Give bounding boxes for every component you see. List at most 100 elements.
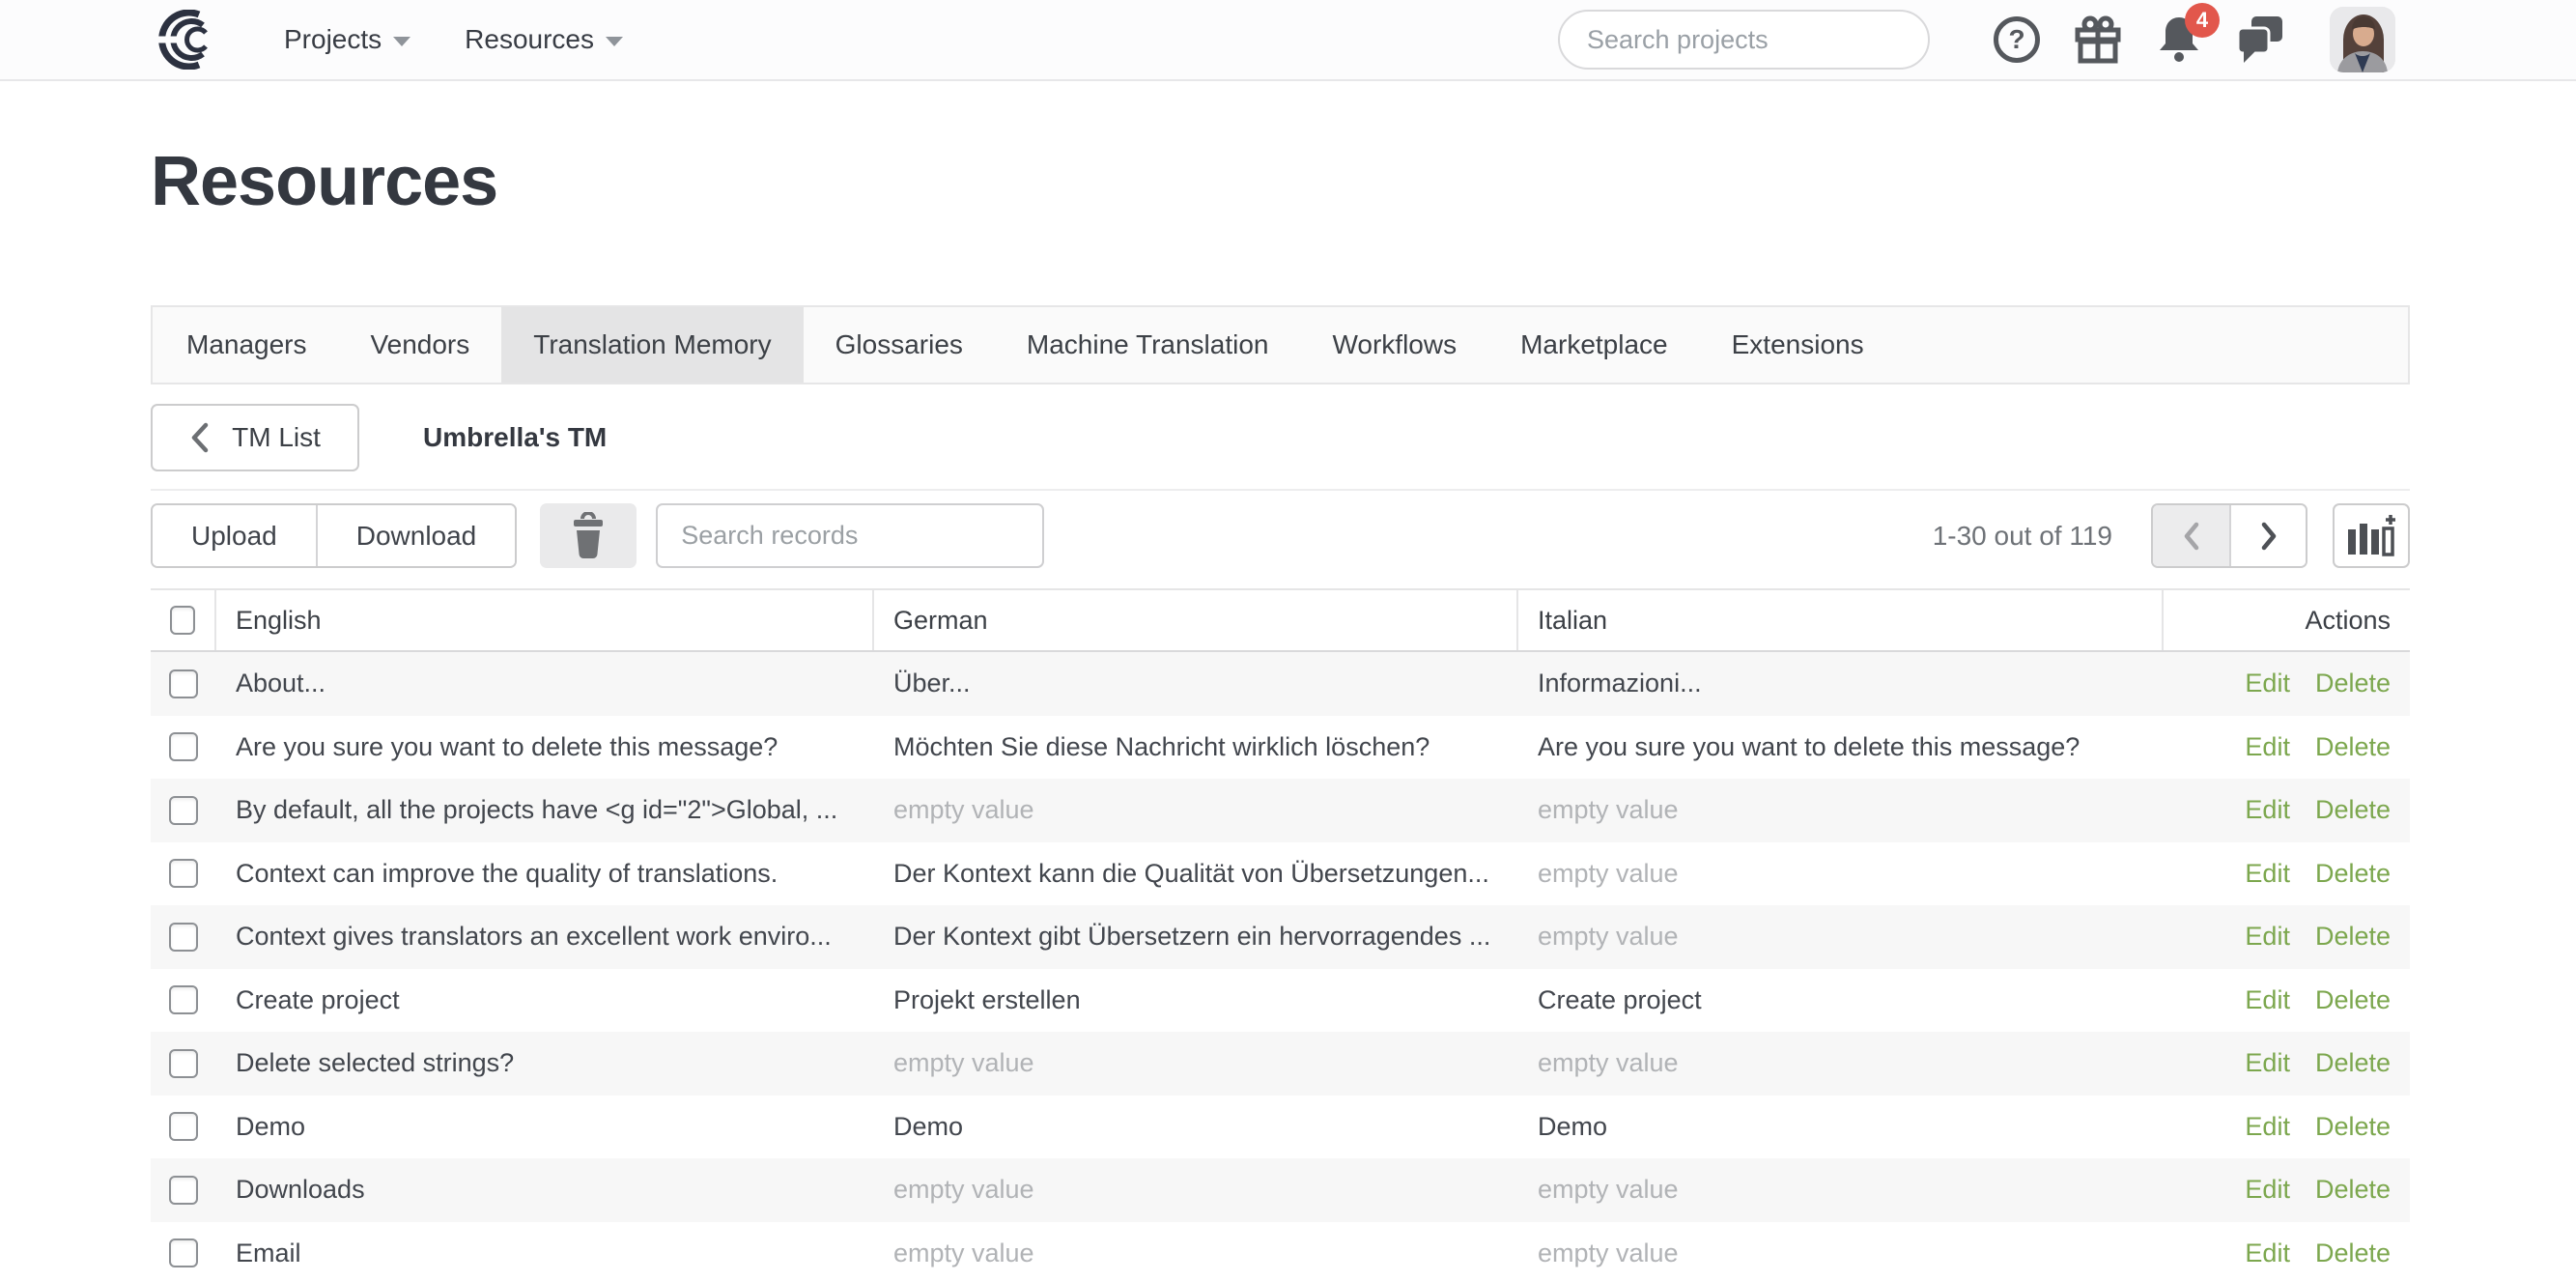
- row-checkbox[interactable]: [169, 923, 198, 952]
- row-checkbox[interactable]: [169, 796, 198, 825]
- user-avatar[interactable]: [2330, 7, 2395, 72]
- notifications-button[interactable]: 4: [2152, 13, 2206, 67]
- tab-machine-translation[interactable]: Machine Translation: [995, 307, 1301, 383]
- delete-link[interactable]: Delete: [2315, 985, 2391, 1015]
- tab-marketplace[interactable]: Marketplace: [1488, 307, 1700, 383]
- cell-german: Der Kontext kann die Qualität von Überse…: [874, 859, 1518, 889]
- edit-link[interactable]: Edit: [2245, 1238, 2290, 1268]
- help-button[interactable]: ?: [1990, 13, 2044, 67]
- edit-link[interactable]: Edit: [2245, 1175, 2290, 1205]
- cell-actions: Edit Delete: [2164, 1048, 2410, 1078]
- cell-actions: Edit Delete: [2164, 1175, 2410, 1205]
- column-header-actions: Actions: [2164, 590, 2410, 650]
- table-row: Downloads empty value empty value Edit D…: [151, 1158, 2410, 1222]
- row-checkbox[interactable]: [169, 859, 198, 888]
- cell-english: Context gives translators an excellent w…: [216, 922, 874, 952]
- cell-actions: Edit Delete: [2164, 1112, 2410, 1142]
- table-row: Email empty value empty value Edit Delet…: [151, 1222, 2410, 1281]
- edit-link[interactable]: Edit: [2245, 732, 2290, 762]
- delete-link[interactable]: Delete: [2315, 1238, 2391, 1268]
- cell-german: Projekt erstellen: [874, 985, 1518, 1015]
- edit-link[interactable]: Edit: [2245, 1048, 2290, 1078]
- cell-german: empty value: [874, 795, 1518, 825]
- delete-link[interactable]: Delete: [2315, 1175, 2391, 1205]
- cell-english: Context can improve the quality of trans…: [216, 859, 874, 889]
- tab-extensions[interactable]: Extensions: [1700, 307, 1896, 383]
- row-select-cell: [151, 796, 216, 825]
- cell-actions: Edit Delete: [2164, 985, 2410, 1015]
- edit-link[interactable]: Edit: [2245, 669, 2290, 698]
- download-button[interactable]: Download: [316, 505, 516, 566]
- cell-german: empty value: [874, 1048, 1518, 1078]
- tm-records-table: English German Italian Actions About... …: [151, 588, 2410, 1281]
- cell-english: About...: [216, 669, 874, 698]
- edit-link[interactable]: Edit: [2245, 795, 2290, 825]
- tabbar: Managers Vendors Translation Memory Glos…: [151, 305, 2410, 384]
- edit-link[interactable]: Edit: [2245, 1112, 2290, 1142]
- row-checkbox[interactable]: [169, 1112, 198, 1141]
- tab-workflows[interactable]: Workflows: [1300, 307, 1488, 383]
- delete-link[interactable]: Delete: [2315, 795, 2391, 825]
- row-checkbox[interactable]: [169, 732, 198, 761]
- tm-name-title: Umbrella's TM: [423, 422, 607, 453]
- cell-german: empty value: [874, 1175, 1518, 1205]
- manage-columns-button[interactable]: [2333, 503, 2410, 568]
- cell-german: Der Kontext gibt Übersetzern ein hervorr…: [874, 922, 1518, 952]
- tab-glossaries[interactable]: Glossaries: [804, 307, 995, 383]
- delete-link[interactable]: Delete: [2315, 669, 2391, 698]
- gift-button[interactable]: [2071, 13, 2125, 67]
- cell-german: Möchten Sie diese Nachricht wirklich lös…: [874, 732, 1518, 762]
- upload-button[interactable]: Upload: [153, 505, 316, 566]
- delete-link[interactable]: Delete: [2315, 922, 2391, 952]
- row-select-cell: [151, 985, 216, 1014]
- next-page-button[interactable]: [2229, 505, 2306, 566]
- cell-italian: Create project: [1518, 985, 2164, 1015]
- table-row: By default, all the projects have <g id=…: [151, 779, 2410, 842]
- edit-link[interactable]: Edit: [2245, 859, 2290, 889]
- row-select-cell: [151, 1176, 216, 1205]
- row-checkbox[interactable]: [169, 985, 198, 1014]
- topnav: Projects Resources: [284, 24, 623, 55]
- cell-actions: Edit Delete: [2164, 669, 2410, 698]
- nav-projects[interactable]: Projects: [284, 24, 410, 55]
- row-select-cell: [151, 923, 216, 952]
- row-checkbox[interactable]: [169, 1238, 198, 1267]
- select-all-checkbox[interactable]: [170, 606, 195, 635]
- tab-managers[interactable]: Managers: [155, 307, 339, 383]
- tm-list-back-button[interactable]: TM List: [151, 404, 359, 471]
- cell-actions: Edit Delete: [2164, 859, 2410, 889]
- row-checkbox[interactable]: [169, 1176, 198, 1205]
- select-all-cell: [151, 590, 216, 650]
- cell-english: Demo: [216, 1112, 874, 1142]
- delete-link[interactable]: Delete: [2315, 859, 2391, 889]
- delete-link[interactable]: Delete: [2315, 1048, 2391, 1078]
- chat-icon: [2234, 14, 2286, 65]
- records-search-input[interactable]: [656, 503, 1044, 568]
- row-checkbox[interactable]: [169, 669, 198, 698]
- delete-selected-button[interactable]: [540, 503, 637, 568]
- delete-link[interactable]: Delete: [2315, 1112, 2391, 1142]
- chevron-left-icon: [2181, 521, 2202, 552]
- prev-page-button[interactable]: [2153, 505, 2229, 566]
- pagination-range: 1-30 out of 119: [1933, 521, 2112, 552]
- toolbar-right: 1-30 out of 119: [1933, 503, 2410, 568]
- tab-translation-memory[interactable]: Translation Memory: [501, 307, 803, 383]
- app-logo-icon[interactable]: [156, 10, 220, 70]
- edit-link[interactable]: Edit: [2245, 922, 2290, 952]
- row-checkbox[interactable]: [169, 1049, 198, 1078]
- cell-italian: Are you sure you want to delete this mes…: [1518, 732, 2164, 762]
- messages-button[interactable]: [2233, 13, 2287, 67]
- tm-list-label: TM List: [232, 422, 321, 453]
- cell-actions: Edit Delete: [2164, 922, 2410, 952]
- projects-search-input[interactable]: [1587, 25, 1929, 55]
- column-header-italian: Italian: [1518, 590, 2164, 650]
- nav-resources[interactable]: Resources: [465, 24, 623, 55]
- delete-link[interactable]: Delete: [2315, 732, 2391, 762]
- tab-vendors[interactable]: Vendors: [339, 307, 502, 383]
- help-icon: ?: [1994, 16, 2040, 63]
- columns-icon: [2344, 514, 2398, 558]
- edit-link[interactable]: Edit: [2245, 985, 2290, 1015]
- column-header-german: German: [874, 590, 1518, 650]
- pager: [2151, 503, 2307, 568]
- nav-resources-label: Resources: [465, 24, 594, 55]
